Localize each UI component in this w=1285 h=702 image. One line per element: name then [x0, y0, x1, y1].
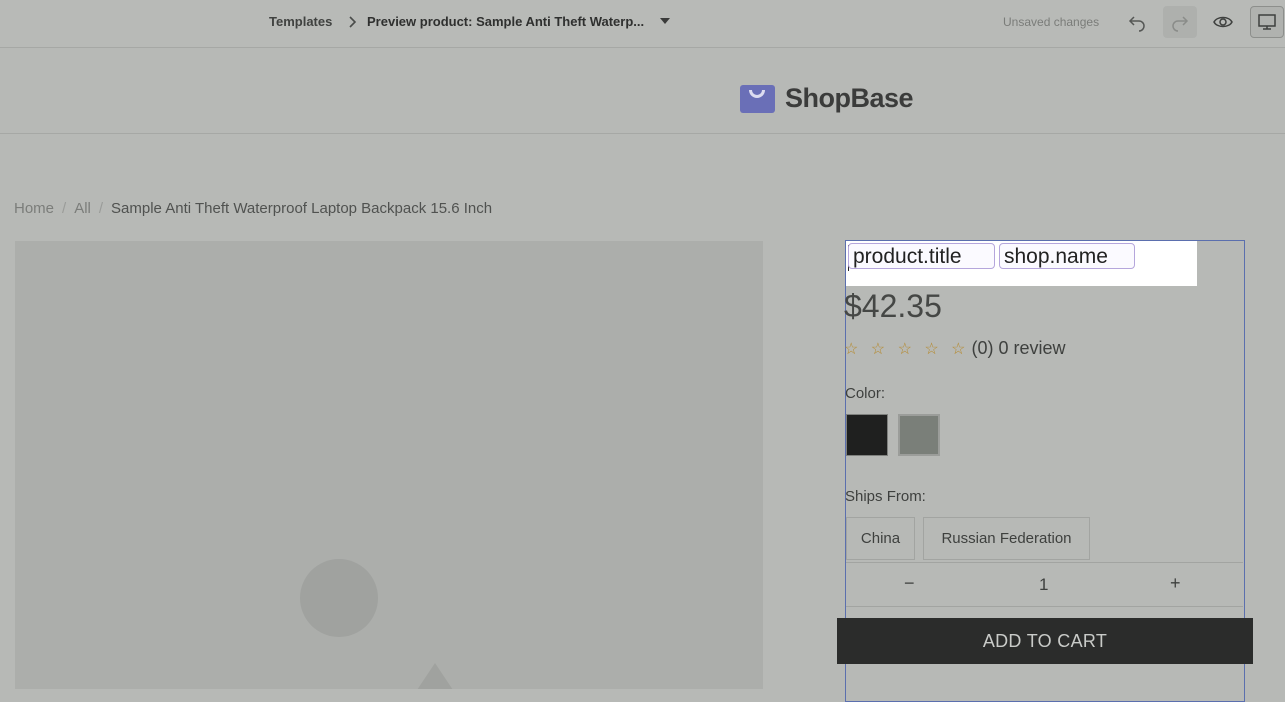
breadcrumb-separator: /	[62, 200, 67, 217]
quantity-input[interactable]: 1	[1039, 575, 1048, 595]
ships-from-china-option[interactable]: China	[846, 517, 915, 560]
store-logo-text: ShopBase	[785, 83, 914, 113]
color-swatch-gray[interactable]	[898, 414, 940, 456]
chevron-right-icon	[346, 13, 360, 31]
desktop-view-button[interactable]	[1250, 6, 1284, 38]
unsaved-status: Unsaved changes	[1003, 15, 1100, 29]
ships-from-label: Ships From:	[845, 488, 926, 505]
product-price: $42.35	[844, 288, 942, 324]
shopbase-bag-icon	[740, 84, 775, 113]
image-placeholder-sun-icon	[300, 559, 378, 637]
undo-icon	[1128, 16, 1145, 32]
breadcrumb-all[interactable]: All	[74, 200, 91, 217]
editor-topbar: Templates Preview product: Sample Anti T…	[0, 0, 1285, 48]
quantity-increase-button[interactable]: +	[1170, 573, 1181, 594]
image-placeholder-mountain-icon	[395, 663, 475, 689]
quantity-stepper: − 1 +	[846, 562, 1243, 607]
breadcrumb-current: Sample Anti Theft Waterproof Laptop Back…	[111, 200, 493, 217]
breadcrumb: Home / All / Sample Anti Theft Waterproof La…	[14, 200, 492, 217]
color-swatch-black[interactable]	[846, 414, 888, 456]
ships-from-russia-option[interactable]: Russian Federation	[923, 517, 1090, 560]
preview-button[interactable]	[1206, 6, 1240, 38]
review-count[interactable]: (0) 0 review	[972, 338, 1066, 358]
eye-icon	[1213, 16, 1233, 28]
product-image-placeholder[interactable]	[15, 241, 763, 689]
undo-button[interactable]	[1120, 6, 1154, 38]
product-title-token[interactable]: product.title	[848, 243, 995, 269]
breadcrumb-separator: /	[98, 200, 104, 217]
breadcrumb-templates-link[interactable]: Templates	[269, 14, 332, 29]
store-logo[interactable]: ShopBase	[740, 83, 914, 114]
breadcrumb-home[interactable]: Home	[14, 200, 54, 217]
star-rating-icon: ☆ ☆ ☆ ☆ ☆	[844, 341, 970, 358]
store-header	[0, 48, 1285, 134]
preview-product-selector[interactable]: Preview product: Sample Anti Theft Water…	[367, 14, 644, 29]
product-rating: ☆ ☆ ☆ ☆ ☆ (0) 0 review	[844, 338, 1066, 359]
color-label: Color:	[845, 385, 886, 402]
caret-down-icon[interactable]	[660, 18, 670, 24]
quantity-decrease-button[interactable]: −	[904, 573, 915, 594]
desktop-icon	[1258, 14, 1276, 30]
redo-icon	[1172, 16, 1189, 32]
redo-button[interactable]	[1163, 6, 1197, 38]
add-to-cart-button[interactable]: ADD TO CART	[837, 618, 1253, 664]
shop-name-token[interactable]: shop.name	[999, 243, 1135, 269]
